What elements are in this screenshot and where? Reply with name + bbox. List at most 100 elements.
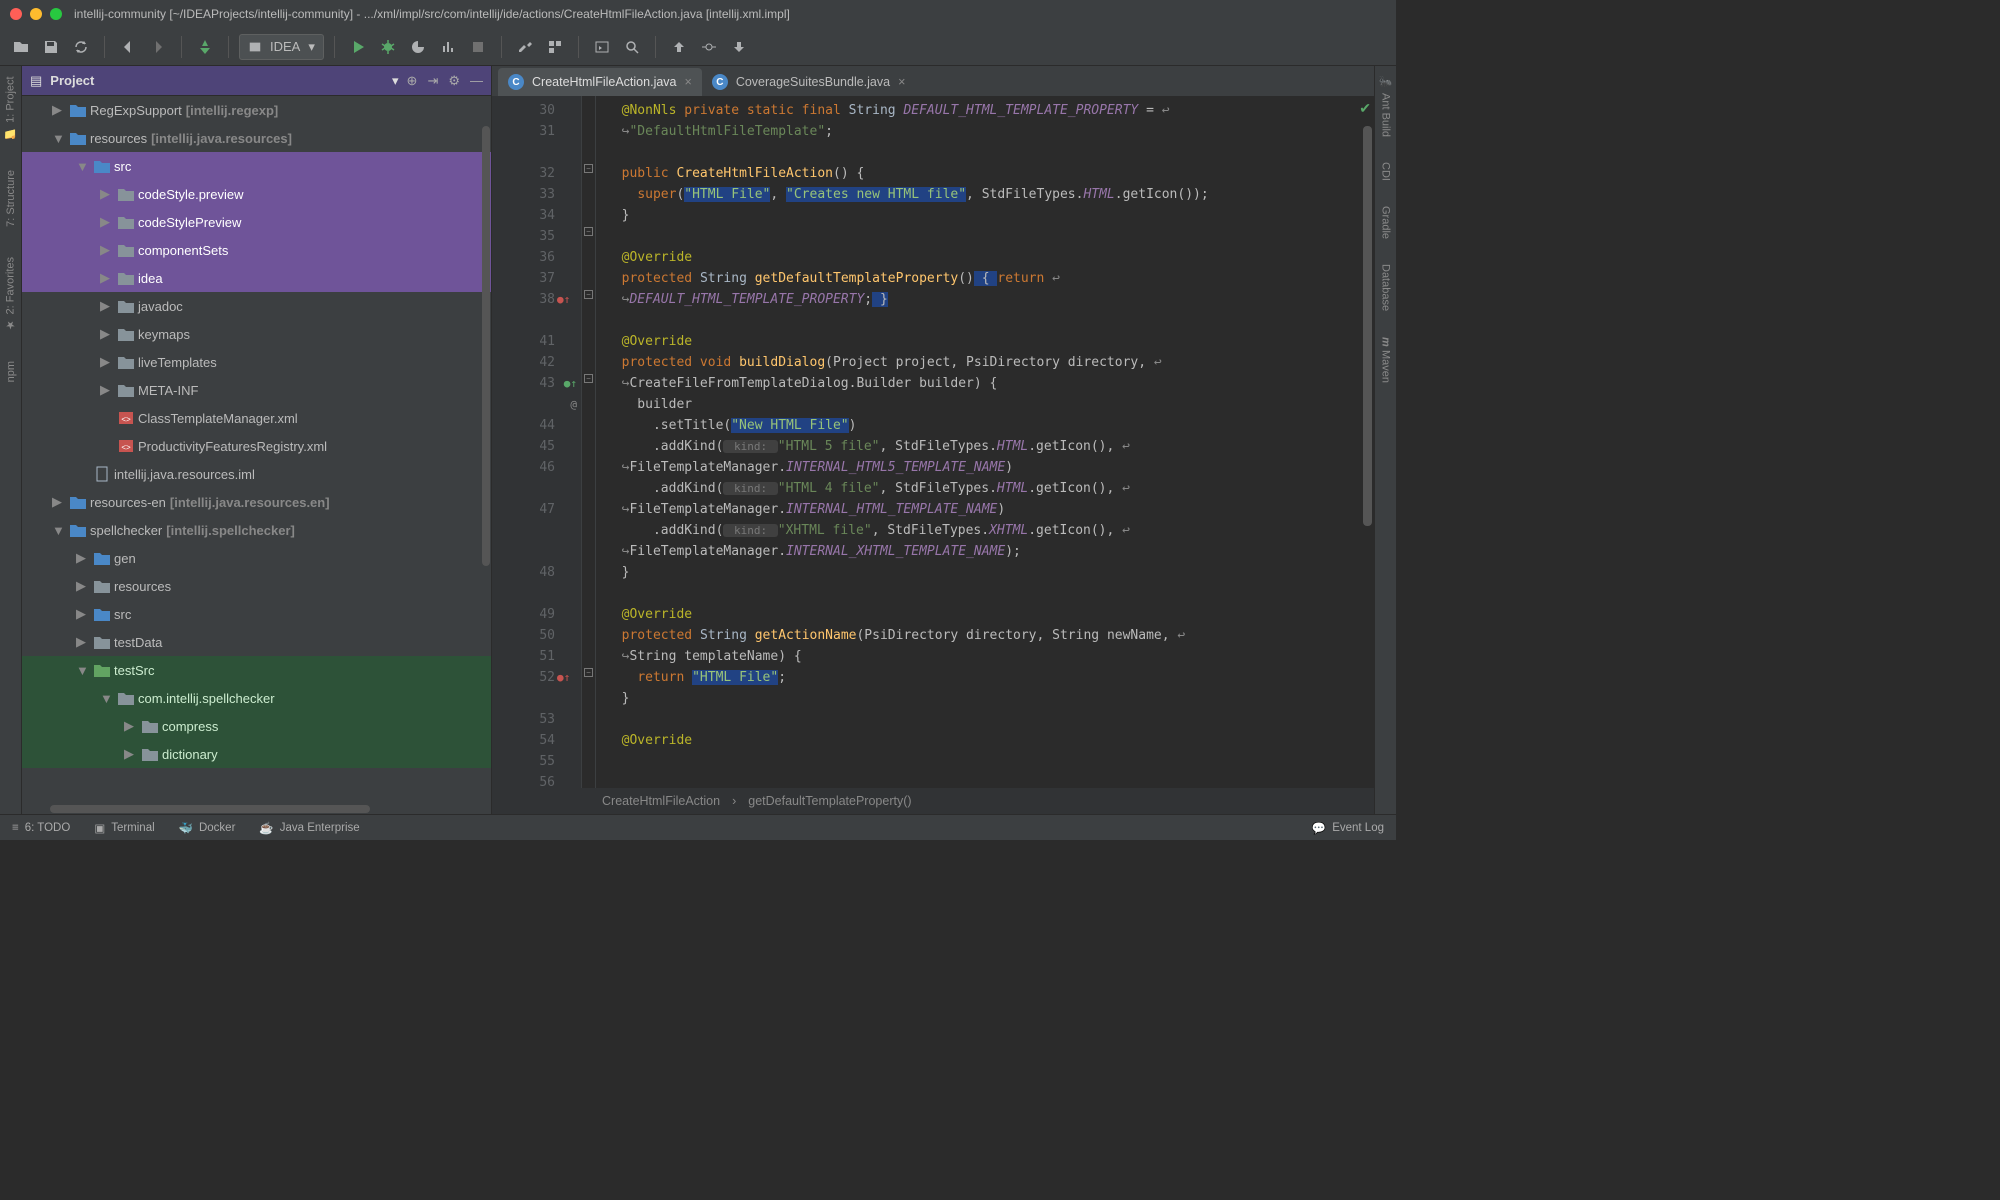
run-icon[interactable] <box>345 34 371 60</box>
inspection-ok-icon[interactable]: ✔ <box>1359 100 1371 117</box>
tree-item[interactable]: ▶keymaps <box>22 320 491 348</box>
expand-icon[interactable]: ▶ <box>100 186 116 202</box>
tree-item[interactable]: ▶dictionary <box>22 740 491 768</box>
tree-item[interactable]: ▶resources <box>22 572 491 600</box>
minimize-icon[interactable] <box>30 8 42 20</box>
sync-icon[interactable] <box>68 34 94 60</box>
expand-icon[interactable]: ▶ <box>100 298 116 314</box>
tree-item[interactable]: ▼src <box>22 152 491 180</box>
coverage-icon[interactable] <box>405 34 431 60</box>
project-tree[interactable]: ▶RegExpSupport[intellij.regexp]▼resource… <box>22 96 491 814</box>
tree-item[interactable]: <>ClassTemplateManager.xml <box>22 404 491 432</box>
tool-cdi[interactable]: CDI <box>1380 162 1392 181</box>
tree-item[interactable]: ▼resources[intellij.java.resources] <box>22 124 491 152</box>
vcs-commit-icon[interactable] <box>696 34 722 60</box>
tool-ant[interactable]: 🐜 Ant Build <box>1379 76 1392 137</box>
settings-icon[interactable] <box>512 34 538 60</box>
breadcrumb[interactable]: CreateHtmlFileAction › getDefaultTemplat… <box>492 788 1374 814</box>
expand-icon[interactable]: ▶ <box>100 242 116 258</box>
tree-item[interactable]: ▶idea <box>22 264 491 292</box>
vcs-update-icon[interactable] <box>666 34 692 60</box>
collapse-icon[interactable]: ⇥ <box>427 73 438 89</box>
gear-icon[interactable]: ⚙ <box>448 73 460 89</box>
open-icon[interactable] <box>8 34 34 60</box>
profile-icon[interactable] <box>435 34 461 60</box>
tree-item[interactable]: ▶liveTemplates <box>22 348 491 376</box>
vertical-scrollbar[interactable] <box>482 126 490 566</box>
forward-icon[interactable] <box>145 34 171 60</box>
tree-item[interactable]: ▶javadoc <box>22 292 491 320</box>
expand-icon[interactable]: ▶ <box>100 354 116 370</box>
tool-database[interactable]: Database <box>1380 264 1392 311</box>
chevron-down-icon[interactable]: ▾ <box>392 73 399 89</box>
expand-icon[interactable]: ▼ <box>52 523 68 538</box>
tree-item[interactable]: ▼testSrc <box>22 656 491 684</box>
tool-gradle[interactable]: Gradle <box>1380 206 1392 239</box>
tree-item[interactable]: intellij.java.resources.iml <box>22 460 491 488</box>
fold-icon[interactable]: − <box>584 374 593 383</box>
tree-item[interactable]: ▶src <box>22 600 491 628</box>
expand-icon[interactable]: ▶ <box>52 102 68 118</box>
tree-item[interactable]: ▶gen <box>22 544 491 572</box>
search-icon[interactable] <box>619 34 645 60</box>
tool-java-ee[interactable]: ☕ Java Enterprise <box>259 821 359 835</box>
close-icon[interactable] <box>10 8 22 20</box>
tree-item[interactable]: ▶codeStyle.preview <box>22 180 491 208</box>
tree-item[interactable]: ▶componentSets <box>22 236 491 264</box>
horizontal-scrollbar[interactable] <box>50 805 370 813</box>
expand-icon[interactable]: ▶ <box>76 578 92 594</box>
stop-icon[interactable] <box>465 34 491 60</box>
locate-icon[interactable]: ⊕ <box>407 73 418 89</box>
expand-icon[interactable]: ▶ <box>52 494 68 510</box>
debug-icon[interactable] <box>375 34 401 60</box>
build-icon[interactable] <box>192 34 218 60</box>
expand-icon[interactable]: ▶ <box>100 326 116 342</box>
tool-structure[interactable]: 7: Structure <box>5 170 17 227</box>
expand-icon[interactable]: ▶ <box>76 606 92 622</box>
code-editor[interactable]: @NonNls private static final String DEFA… <box>596 96 1374 788</box>
fold-icon[interactable]: − <box>584 227 593 236</box>
tree-item[interactable]: ▶testData <box>22 628 491 656</box>
tree-item[interactable]: ▶resources-en[intellij.java.resources.en… <box>22 488 491 516</box>
expand-icon[interactable]: ▶ <box>100 270 116 286</box>
vcs-push-icon[interactable] <box>726 34 752 60</box>
expand-icon[interactable]: ▼ <box>52 131 68 146</box>
fold-icon[interactable]: − <box>584 290 593 299</box>
run-anything-icon[interactable] <box>589 34 615 60</box>
fold-column[interactable]: − − − − − <box>582 96 596 788</box>
editor-tab[interactable]: CCoverageSuitesBundle.java× <box>702 68 916 96</box>
tool-terminal[interactable]: ▣ Terminal <box>94 821 154 835</box>
close-icon[interactable]: × <box>685 75 692 89</box>
tree-item[interactable]: ▶RegExpSupport[intellij.regexp] <box>22 96 491 124</box>
maximize-icon[interactable] <box>50 8 62 20</box>
expand-icon[interactable]: ▶ <box>76 550 92 566</box>
fold-icon[interactable]: − <box>584 164 593 173</box>
tree-item[interactable]: ▶codeStylePreview <box>22 208 491 236</box>
expand-icon[interactable]: ▶ <box>100 382 116 398</box>
run-config-selector[interactable]: IDEA ▾ <box>239 34 324 60</box>
tree-item[interactable]: ▶compress <box>22 712 491 740</box>
expand-icon[interactable]: ▼ <box>100 691 116 706</box>
tool-event-log[interactable]: 💬 Event Log <box>1312 821 1384 835</box>
fold-icon[interactable]: − <box>584 668 593 677</box>
expand-icon[interactable]: ▼ <box>76 159 92 174</box>
tool-npm[interactable]: npm <box>5 361 17 382</box>
close-icon[interactable]: × <box>898 75 905 89</box>
editor-tab[interactable]: CCreateHtmlFileAction.java× <box>498 68 702 96</box>
tree-item[interactable]: ▼com.intellij.spellchecker <box>22 684 491 712</box>
tree-item[interactable]: ▼spellchecker[intellij.spellchecker] <box>22 516 491 544</box>
expand-icon[interactable]: ▶ <box>124 718 140 734</box>
tool-favorites[interactable]: ★ 2: Favorites <box>4 257 17 331</box>
hide-icon[interactable]: — <box>470 73 483 89</box>
tool-todo[interactable]: ≡ 6: TODO <box>12 822 70 834</box>
tool-docker[interactable]: 🐳 Docker <box>179 821 236 835</box>
gutter[interactable]: 3031323334353637384142434445464748495051… <box>492 96 582 788</box>
tool-project[interactable]: 📁 1: Project <box>4 76 17 140</box>
tool-maven[interactable]: m Maven <box>1380 337 1392 384</box>
breadcrumb-item[interactable]: CreateHtmlFileAction <box>602 794 720 808</box>
breadcrumb-item[interactable]: getDefaultTemplateProperty() <box>748 794 911 808</box>
tree-item[interactable]: ▶META-INF <box>22 376 491 404</box>
expand-icon[interactable]: ▶ <box>100 214 116 230</box>
expand-icon[interactable]: ▶ <box>124 746 140 762</box>
save-icon[interactable] <box>38 34 64 60</box>
